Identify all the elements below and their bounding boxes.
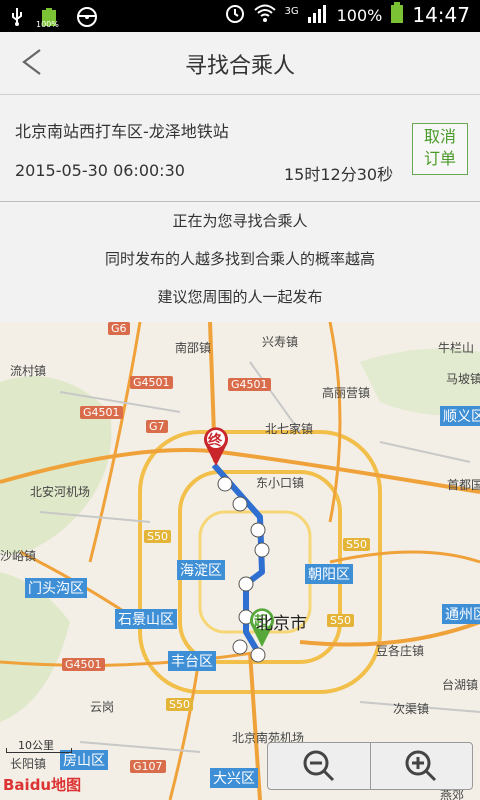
alarm-icon [224,2,246,28]
highway-shield: S50 [144,530,171,543]
zoom-in-icon [405,750,437,782]
map-place-label: 东小口镇 [256,476,305,490]
highway-shield: G4501 [130,376,173,389]
cancel-order-button[interactable]: 取消 订单 [412,123,468,175]
message-line: 同时发布的人越多找到合乘人的概率越高 [104,250,375,268]
map-place-label: 兴寿镇 [262,335,299,349]
battery-small-icon: 100% [36,8,62,30]
map-view[interactable]: 终 起 南邵镇 兴寿镇 牛栏山 流村镇 马坡镇 高丽营镇 顺义区 北七家镇 首都… [0,322,480,800]
map-place-label: 南邵镇 [175,341,212,355]
map-district-label: 门头沟区 [25,578,87,598]
highway-shield: G4501 [80,406,123,419]
trip-info-panel: 北京南站西打车区-龙泽地铁站 2015-05-30 06:00:30 15时12… [0,95,480,202]
map-scale-bar [6,748,72,753]
highway-shield: S50 [166,698,193,711]
map-place-label: 豆各庄镇 [376,644,425,658]
zoom-in-button[interactable] [371,743,473,789]
map-district-label: 房山区 [60,750,108,770]
map-district-label: 通州区 [442,604,480,624]
highway-shield: G107 [130,760,166,773]
wifi-icon [254,3,277,27]
map-place-label: 北京市 [256,614,307,634]
highway-shield: S50 [327,614,354,627]
message-line: 建议您周围的人一起发布 [157,288,323,306]
waiting-duration: 15时12分30秒 [284,165,394,184]
highway-shield: G4501 [62,658,105,671]
map-place-label: 流村镇 [10,364,47,378]
highway-shield: G7 [146,420,168,433]
zoom-controls [267,742,473,790]
status-messages: 正在为您寻找合乘人 同时发布的人越多找到合乘人的概率越高 建议您周围的人一起发布 [0,202,480,322]
map-place-label: 台湖镇 [442,678,479,692]
map-place-label: 云岗 [90,700,115,714]
map-district-label: 大兴区 [210,768,258,788]
highway-shield: G6 [108,322,130,335]
map-place-label: 次渠镇 [393,702,430,716]
map-place-label: 马坡镇 [446,372,480,386]
battery-percent: 100% [336,5,383,25]
usb-icon [10,7,24,31]
zoom-out-button[interactable] [268,743,371,789]
status-bar: 100% 3G 100% 14:47 [0,0,480,32]
steering-wheel-icon [76,6,98,32]
map-place-label: 高丽营镇 [322,386,371,400]
top-navigation-bar: 寻找合乘人 [0,32,480,95]
map-district-label: 朝阳区 [305,564,353,584]
zoom-out-icon [303,750,334,782]
message-line: 正在为您寻找合乘人 [172,212,308,230]
departure-time: 2015-05-30 06:00:30 [15,161,185,180]
map-district-label: 顺义区 [440,406,480,426]
map-district-label: 石景山区 [115,609,177,629]
map-place-label: 北安河机场 [30,485,91,499]
map-place-label: 牛栏山 [438,341,475,355]
map-place-label: 沙峪镇 [0,549,37,563]
map-place-label: 首都国 [447,478,480,492]
baidu-map-logo: Baidu地图 [3,776,82,794]
highway-shield: S50 [343,538,370,551]
highway-shield: G4501 [228,378,271,391]
page-title: 寻找合乘人 [184,54,295,79]
map-district-label: 丰台区 [168,651,216,671]
map-place-label: 北七家镇 [265,422,314,436]
signal-icon [307,3,329,27]
clock: 14:47 [412,3,470,27]
map-district-label: 海淀区 [177,560,225,580]
end-marker[interactable]: 终 [202,426,230,466]
map-place-label: 长阳镇 [10,757,47,771]
route-text: 北京南站西打车区-龙泽地铁站 [15,122,229,141]
network-label: 3G [284,5,299,17]
battery-icon [390,2,404,28]
